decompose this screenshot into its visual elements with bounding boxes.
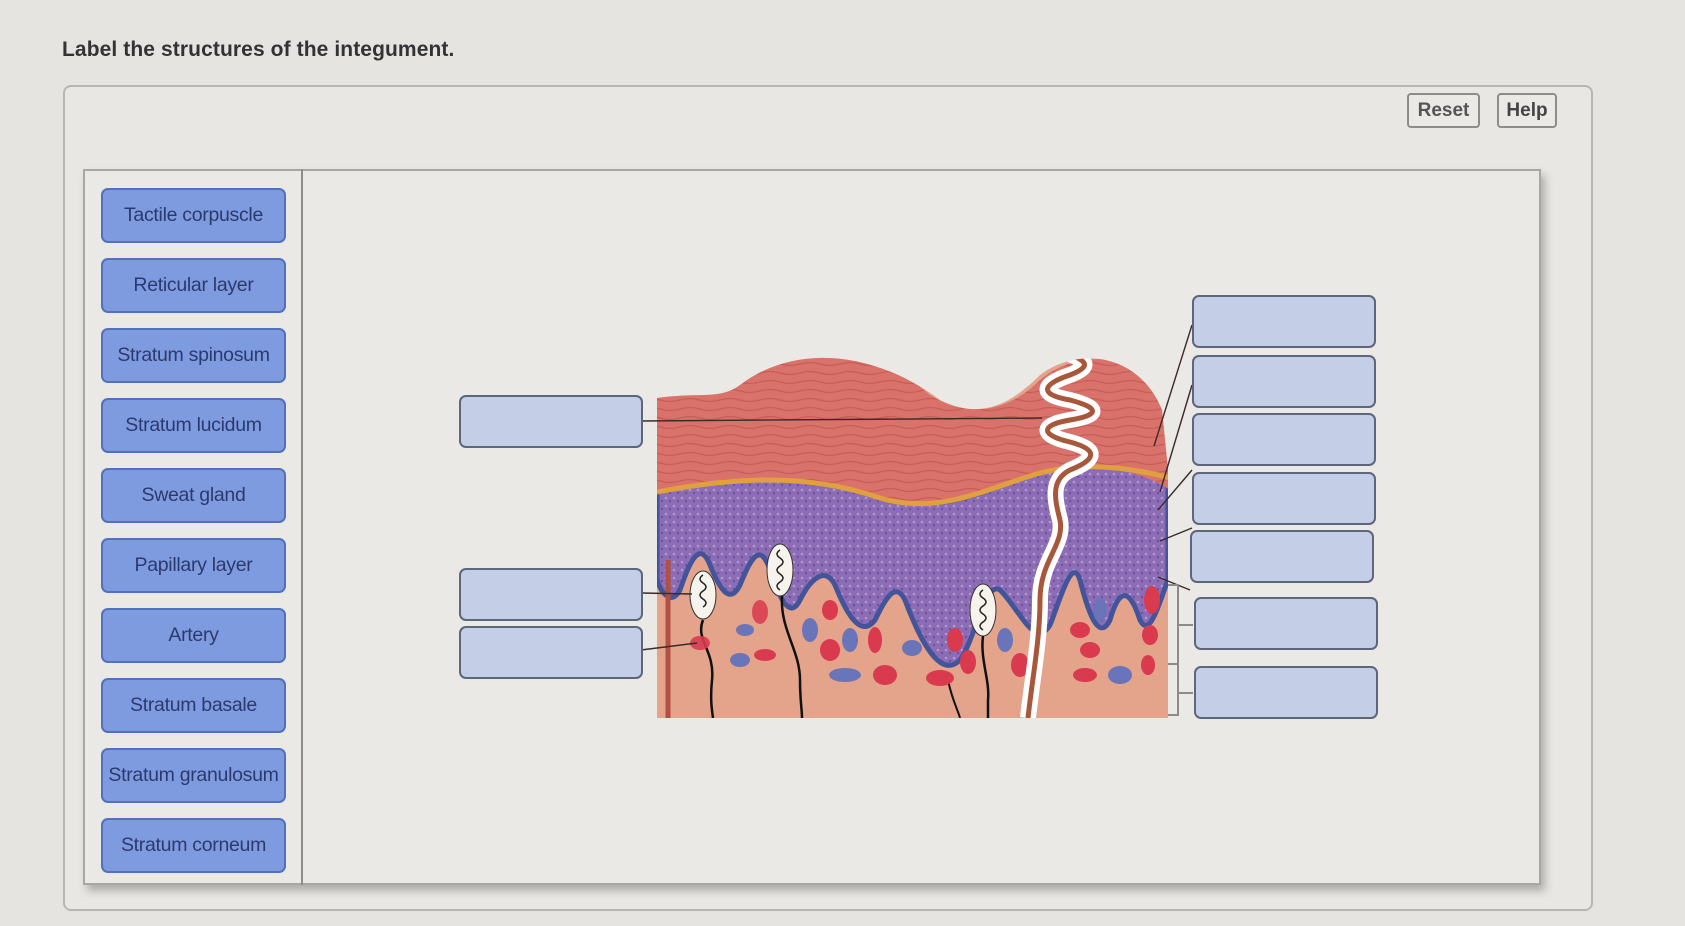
drop-zone-right-4[interactable]	[1192, 472, 1376, 525]
label-stratum-spinosum[interactable]: Stratum spinosum	[101, 328, 286, 383]
drop-zone-right-7[interactable]	[1194, 666, 1378, 719]
label-stratum-basale[interactable]: Stratum basale	[101, 678, 286, 733]
question-title: Label the structures of the integument.	[62, 38, 455, 61]
drop-zone-right-3[interactable]	[1192, 413, 1376, 466]
help-button[interactable]: Help	[1497, 93, 1557, 128]
drop-zone-right-2[interactable]	[1192, 355, 1376, 408]
label-artery[interactable]: Artery	[101, 608, 286, 663]
label-tactile-corpuscle[interactable]: Tactile corpuscle	[101, 188, 286, 243]
drop-zone-right-5[interactable]	[1190, 530, 1374, 583]
label-papillary-layer[interactable]: Papillary layer	[101, 538, 286, 593]
drop-zone-right-1[interactable]	[1192, 295, 1376, 348]
label-sweat-gland[interactable]: Sweat gland	[101, 468, 286, 523]
label-stratum-corneum[interactable]: Stratum corneum	[101, 818, 286, 873]
drop-zone-left-2[interactable]	[459, 568, 643, 621]
label-reticular-layer[interactable]: Reticular layer	[101, 258, 286, 313]
drop-zone-left-1[interactable]	[459, 395, 643, 448]
label-stratum-granulosum[interactable]: Stratum granulosum	[101, 748, 286, 803]
drop-zone-right-6[interactable]	[1194, 597, 1378, 650]
drop-zone-left-3[interactable]	[459, 626, 643, 679]
reset-button[interactable]: Reset	[1407, 93, 1480, 128]
label-stratum-lucidum[interactable]: Stratum lucidum	[101, 398, 286, 453]
label-bank-divider	[301, 169, 303, 885]
